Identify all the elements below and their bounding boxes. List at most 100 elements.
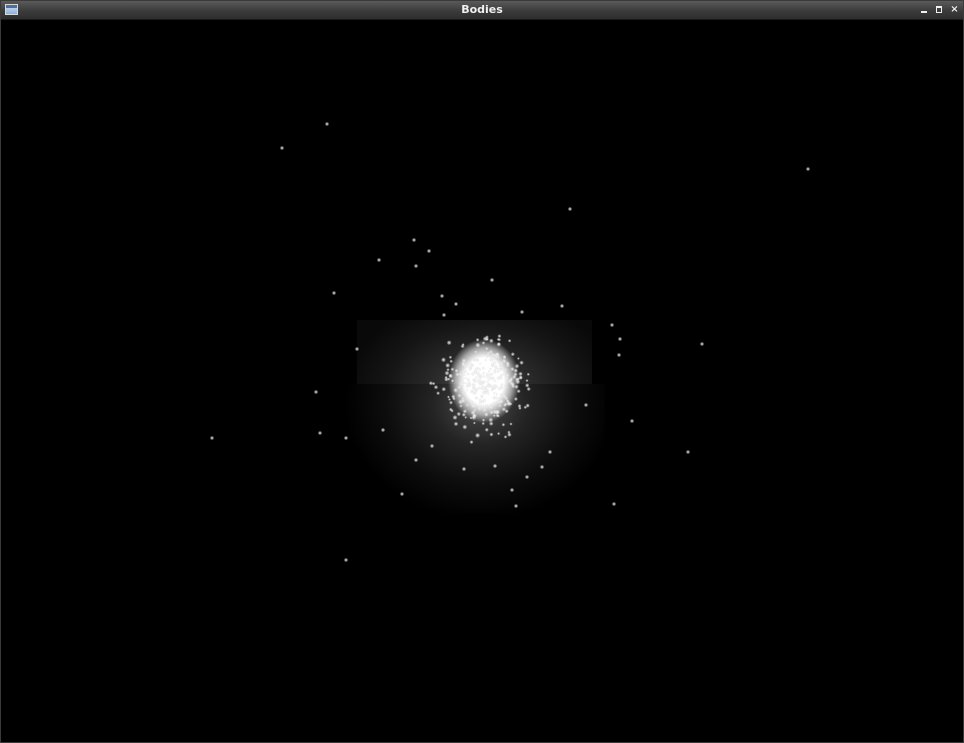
body-particle — [441, 386, 447, 392]
body-particle — [485, 347, 489, 351]
body-particle — [481, 341, 486, 345]
body-particle — [462, 424, 468, 430]
body-particle — [444, 377, 449, 382]
body-particle — [411, 237, 417, 243]
title-bar[interactable]: Bodies × — [1, 1, 963, 20]
body-particle — [507, 430, 511, 434]
body-particle — [441, 312, 447, 318]
body-particle — [509, 422, 513, 426]
body-particle — [446, 340, 452, 346]
body-particle — [448, 398, 451, 401]
body-particle — [471, 382, 475, 386]
body-particle — [492, 414, 496, 418]
body-particle — [493, 379, 497, 383]
body-particle — [583, 402, 589, 408]
close-icon[interactable]: × — [949, 4, 960, 15]
body-particle — [484, 427, 489, 432]
body-particle — [567, 206, 573, 212]
body-particle — [513, 368, 518, 373]
body-particle — [511, 384, 516, 389]
body-particle — [500, 393, 505, 398]
body-particle — [279, 145, 285, 151]
body-particle — [524, 474, 530, 480]
body-particle — [489, 410, 494, 415]
body-particle — [470, 390, 475, 395]
body-particle — [481, 418, 486, 422]
body-particle — [482, 385, 488, 391]
body-particle — [481, 366, 486, 371]
body-particle — [343, 435, 349, 441]
body-particle — [518, 371, 523, 377]
body-particle — [526, 372, 530, 376]
body-particle — [462, 372, 467, 377]
body-particle — [518, 406, 522, 410]
body-particle — [497, 338, 502, 342]
body-particle — [475, 432, 481, 438]
body-particle — [486, 392, 490, 396]
body-particle — [452, 415, 458, 420]
body-particle — [489, 432, 494, 437]
body-particle — [469, 440, 474, 445]
body-particle — [495, 352, 500, 357]
body-particle — [492, 391, 497, 395]
body-particle — [457, 393, 462, 398]
minimize-icon[interactable] — [919, 4, 930, 15]
body-particle — [479, 394, 485, 399]
body-particle — [461, 343, 465, 346]
body-particle — [462, 409, 467, 414]
body-particle — [450, 409, 454, 413]
body-particle — [498, 404, 502, 408]
body-particle — [470, 363, 475, 368]
body-particle — [489, 277, 495, 283]
body-particle — [461, 358, 467, 364]
body-particle — [482, 398, 487, 403]
body-particle — [461, 466, 467, 472]
body-particle — [482, 390, 488, 395]
maximize-icon[interactable] — [934, 4, 945, 15]
body-particle — [450, 379, 455, 383]
body-particle — [478, 362, 482, 366]
body-particle — [489, 403, 493, 407]
body-particle — [431, 381, 436, 386]
body-particle — [465, 403, 469, 407]
body-particle — [499, 385, 504, 391]
body-particle — [453, 387, 459, 393]
body-particle — [805, 166, 811, 172]
body-particle — [498, 365, 504, 370]
body-particle — [491, 395, 497, 400]
body-particle — [477, 367, 482, 372]
body-particle — [354, 346, 360, 352]
body-particle — [492, 463, 498, 469]
body-particle — [470, 410, 476, 416]
body-particle — [510, 352, 515, 357]
body-particle — [492, 400, 496, 405]
body-particle — [481, 371, 486, 376]
body-particle — [515, 379, 521, 385]
body-particle — [343, 557, 349, 563]
body-particle — [399, 491, 405, 497]
body-particle — [317, 430, 323, 436]
body-particle — [439, 293, 445, 299]
simulation-canvas[interactable] — [2, 20, 962, 742]
body-particle — [461, 396, 465, 401]
body-particle — [488, 417, 494, 423]
body-particle — [426, 248, 432, 254]
body-particle — [376, 257, 382, 263]
body-particle — [559, 303, 565, 309]
body-particle — [451, 394, 456, 399]
body-particle — [617, 336, 623, 342]
body-particle — [474, 350, 478, 354]
body-particle — [514, 363, 520, 369]
body-particle — [493, 368, 497, 373]
body-particle — [464, 415, 468, 419]
body-particle — [699, 341, 705, 347]
body-particle — [629, 418, 635, 424]
body-particle — [484, 358, 488, 362]
body-particle — [488, 358, 493, 362]
body-particle — [450, 367, 455, 372]
body-particle — [519, 309, 525, 315]
body-particle — [444, 370, 450, 376]
body-particle — [611, 501, 617, 507]
body-particle — [503, 435, 508, 439]
body-particle — [505, 373, 510, 378]
